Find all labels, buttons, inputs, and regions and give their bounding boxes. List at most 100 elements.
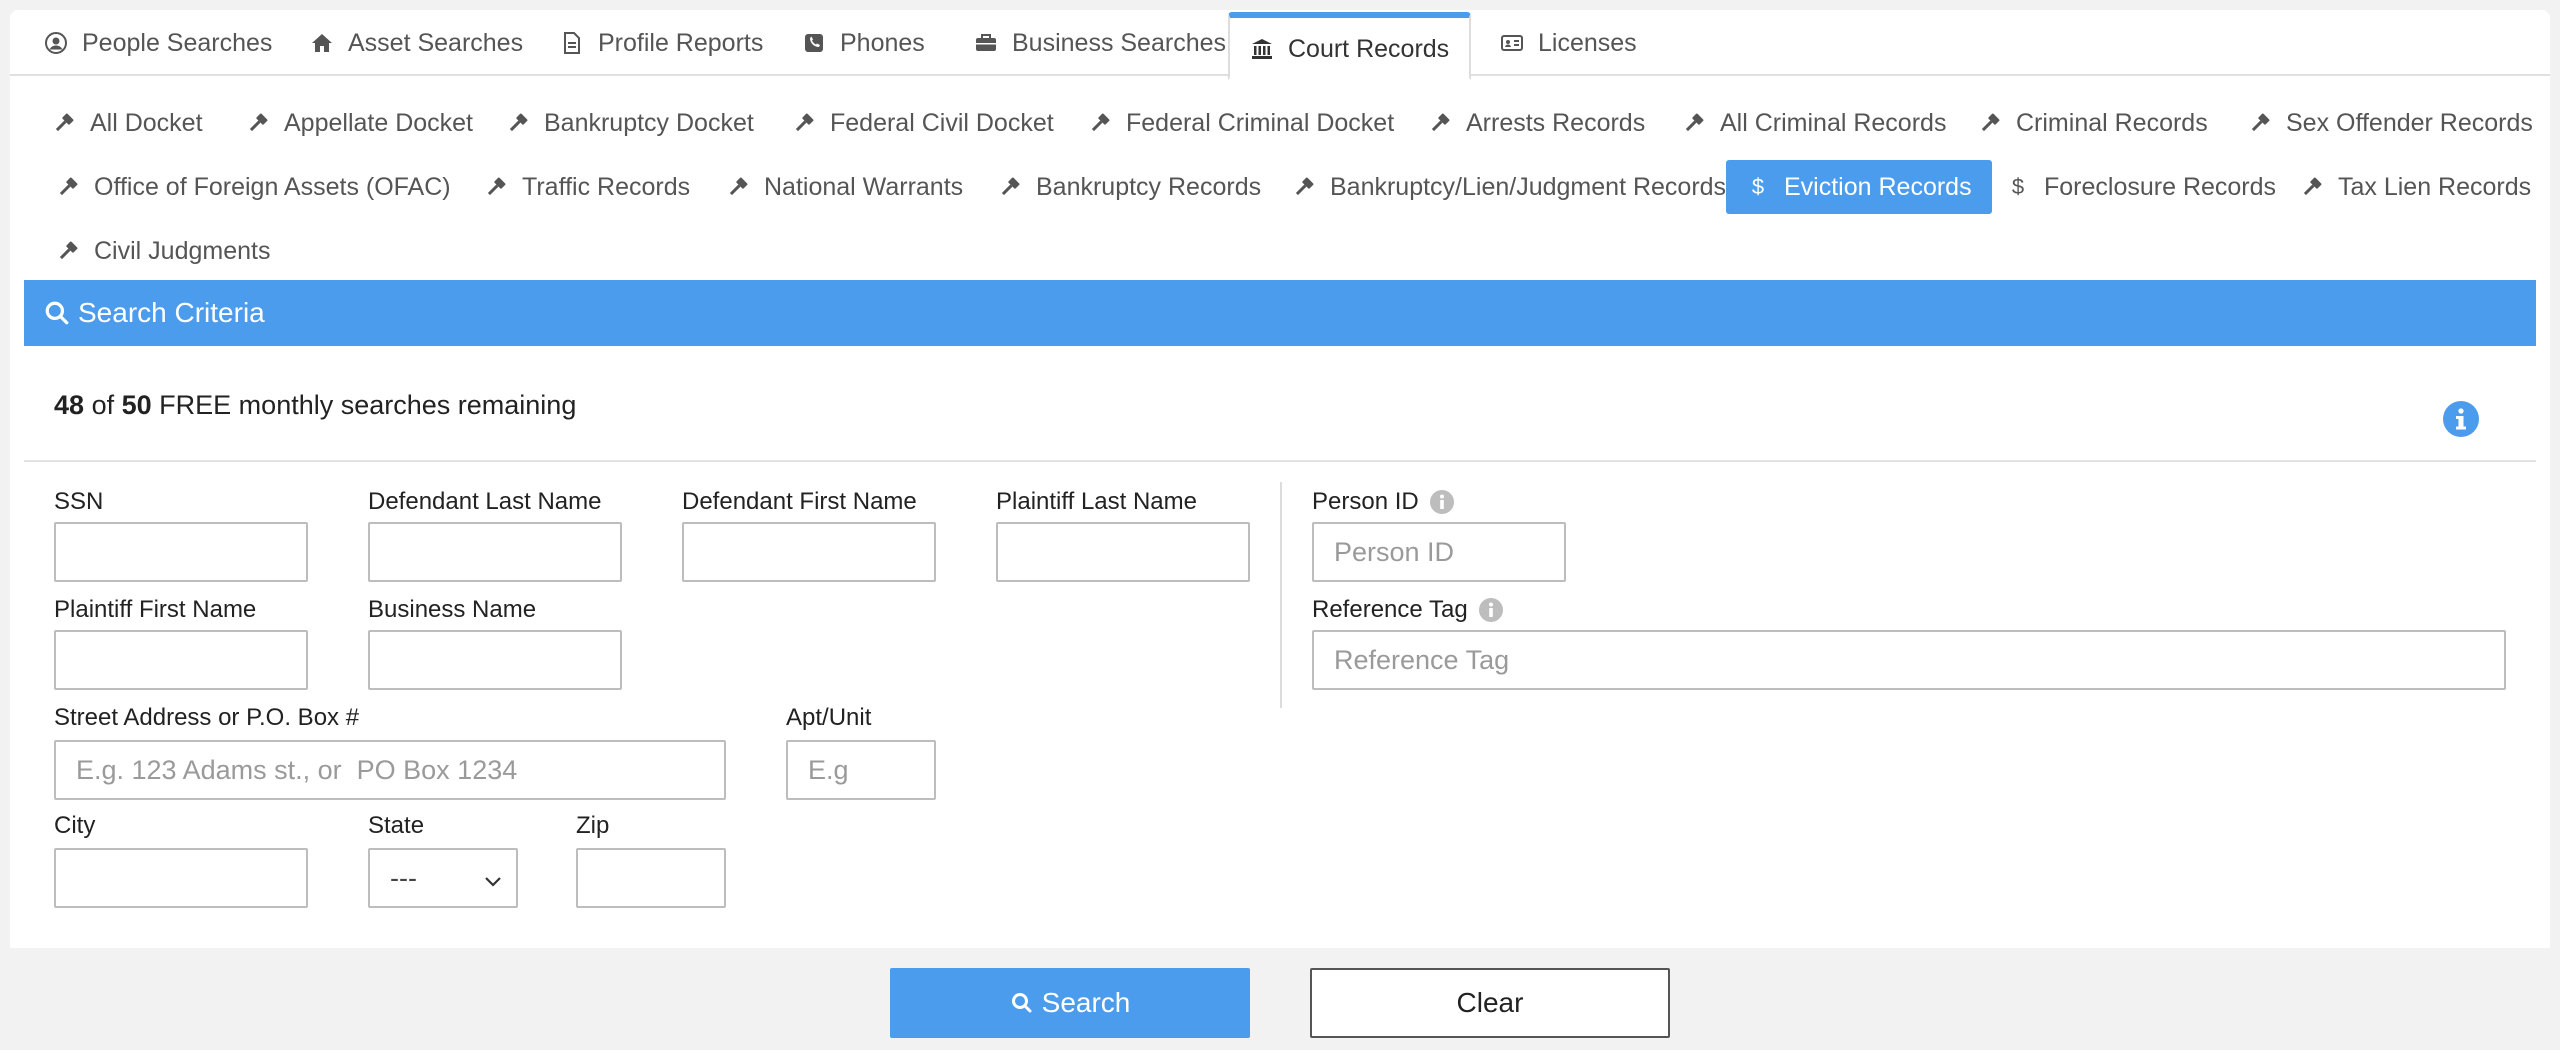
ssn-label: SSN bbox=[54, 488, 104, 515]
gavel-icon bbox=[2248, 111, 2272, 135]
apt-unit-field[interactable] bbox=[786, 740, 936, 800]
info-circle-icon[interactable] bbox=[1478, 597, 1504, 623]
subtab-sex-offender-records[interactable]: Sex Offender Records bbox=[2228, 96, 2550, 150]
subtab-federal-civil-docket[interactable]: Federal Civil Docket bbox=[772, 96, 1074, 150]
subtab-tax-lien-records[interactable]: Tax Lien Records bbox=[2280, 160, 2550, 214]
document-icon bbox=[560, 31, 584, 55]
subtab-traffic-records[interactable]: Traffic Records bbox=[464, 160, 710, 214]
city-label: City bbox=[54, 812, 96, 839]
search-icon bbox=[1010, 991, 1034, 1015]
subtab-label: Federal Criminal Docket bbox=[1126, 108, 1395, 137]
subtab-label: Federal Civil Docket bbox=[830, 108, 1054, 137]
user-circle-icon bbox=[44, 31, 68, 55]
street-address-field[interactable] bbox=[54, 740, 726, 800]
gavel-icon bbox=[998, 175, 1022, 199]
defendant-last-name-field[interactable] bbox=[368, 522, 622, 582]
dollar-icon: $ bbox=[1746, 175, 1770, 199]
apt-unit-label: Apt/Unit bbox=[786, 704, 872, 731]
searches-total-count: 50 bbox=[121, 390, 152, 420]
defendant-first-name-label: Defendant First Name bbox=[682, 488, 917, 515]
state-select[interactable]: --- bbox=[368, 848, 518, 908]
subtab-foreclosure-records[interactable]: $ Foreclosure Records bbox=[1986, 160, 2296, 214]
subtab-all-criminal-records[interactable]: All Criminal Records bbox=[1662, 96, 1966, 150]
tab-business-searches[interactable]: Business Searches bbox=[954, 10, 1246, 76]
subtab-label: Traffic Records bbox=[522, 172, 691, 201]
tab-licenses[interactable]: Licenses bbox=[1480, 10, 1657, 76]
gavel-icon bbox=[56, 239, 80, 263]
subtab-ofac[interactable]: Office of Foreign Assets (OFAC) bbox=[36, 160, 471, 214]
clear-button[interactable]: Clear bbox=[1310, 968, 1670, 1038]
tab-asset-searches[interactable]: Asset Searches bbox=[290, 10, 543, 76]
subtab-eviction-records[interactable]: $ Eviction Records bbox=[1726, 160, 1992, 214]
reference-tag-field[interactable] bbox=[1312, 630, 2506, 690]
subtab-label: Bankruptcy/Lien/Judgment Records bbox=[1330, 172, 1727, 201]
subtab-bankruptcy-lien-judgment-records[interactable]: Bankruptcy/Lien/Judgment Records bbox=[1272, 160, 1746, 214]
tab-profile-reports[interactable]: Profile Reports bbox=[540, 10, 783, 76]
tab-people-searches[interactable]: People Searches bbox=[24, 10, 292, 76]
info-circle-icon[interactable] bbox=[1429, 489, 1455, 515]
subtab-label: Criminal Records bbox=[2016, 108, 2208, 137]
search-button[interactable]: Search bbox=[890, 968, 1250, 1038]
plaintiff-first-name-field[interactable] bbox=[54, 630, 308, 690]
tab-label: People Searches bbox=[82, 28, 273, 57]
search-criteria-title: Search Criteria bbox=[78, 297, 265, 328]
court-records-window: People Searches Asset Searches Profile R… bbox=[10, 10, 2550, 1050]
business-name-field[interactable] bbox=[368, 630, 622, 690]
subtab-label: Foreclosure Records bbox=[2044, 172, 2277, 201]
street-address-label: Street Address or P.O. Box # bbox=[54, 704, 360, 731]
defendant-first-name-field[interactable] bbox=[682, 522, 936, 582]
subtab-bankruptcy-records[interactable]: Bankruptcy Records bbox=[978, 160, 1281, 214]
gavel-icon bbox=[52, 111, 76, 135]
state-label: State bbox=[368, 812, 425, 839]
gavel-icon bbox=[506, 111, 530, 135]
gavel-icon bbox=[726, 175, 750, 199]
plaintiff-last-name-label: Plaintiff Last Name bbox=[996, 488, 1197, 515]
home-icon bbox=[310, 31, 334, 55]
subtab-label: Arrests Records bbox=[1466, 108, 1646, 137]
subtab-arrests-records[interactable]: Arrests Records bbox=[1408, 96, 1665, 150]
subtab-label: Tax Lien Records bbox=[2338, 172, 2532, 201]
search-criteria-header: Search Criteria bbox=[24, 280, 2536, 346]
subtab-label: Office of Foreign Assets (OFAC) bbox=[94, 172, 451, 201]
ssn-field[interactable] bbox=[54, 522, 308, 582]
city-field[interactable] bbox=[54, 848, 308, 908]
defendant-last-name-label: Defendant Last Name bbox=[368, 488, 602, 515]
info-icon[interactable] bbox=[2442, 400, 2480, 438]
subtab-label: Bankruptcy Docket bbox=[544, 108, 754, 137]
subtab-appellate-docket[interactable]: Appellate Docket bbox=[226, 96, 493, 150]
tab-label: Court Records bbox=[1288, 34, 1450, 63]
tab-court-records[interactable]: Court Records bbox=[1228, 12, 1472, 80]
subtab-label: Appellate Docket bbox=[284, 108, 474, 137]
gavel-icon bbox=[246, 111, 270, 135]
subtab-criminal-records[interactable]: Criminal Records bbox=[1958, 96, 2228, 150]
subtab-national-warrants[interactable]: National Warrants bbox=[706, 160, 983, 214]
gavel-icon bbox=[1682, 111, 1706, 135]
searches-remaining: 48 of 50 FREE monthly searches remaining bbox=[54, 390, 576, 421]
top-tab-bar: People Searches Asset Searches Profile R… bbox=[10, 10, 2550, 80]
gavel-icon bbox=[1428, 111, 1452, 135]
subtab-label: Bankruptcy Records bbox=[1036, 172, 1262, 201]
zip-field[interactable] bbox=[576, 848, 726, 908]
tab-phones[interactable]: Phones bbox=[782, 10, 945, 76]
subtab-federal-criminal-docket[interactable]: Federal Criminal Docket bbox=[1068, 96, 1414, 150]
zip-label: Zip bbox=[576, 812, 610, 839]
subtab-civil-judgments[interactable]: Civil Judgments bbox=[36, 224, 290, 278]
subtab-all-docket[interactable]: All Docket bbox=[32, 96, 223, 150]
searches-used-count: 48 bbox=[54, 390, 85, 420]
briefcase-icon bbox=[974, 31, 998, 55]
gavel-icon bbox=[792, 111, 816, 135]
gavel-icon bbox=[1978, 111, 2002, 135]
phone-icon bbox=[802, 31, 826, 55]
remaining-text: FREE monthly searches remaining bbox=[159, 390, 577, 420]
svg-text:$: $ bbox=[2012, 175, 2024, 199]
subtab-bankruptcy-docket[interactable]: Bankruptcy Docket bbox=[486, 96, 774, 150]
tab-label: Phones bbox=[840, 28, 925, 57]
person-id-label: Person ID bbox=[1312, 488, 1455, 516]
form-footer bbox=[10, 948, 2550, 1050]
plaintiff-last-name-field[interactable] bbox=[996, 522, 1250, 582]
search-icon bbox=[44, 300, 70, 326]
gavel-icon bbox=[1088, 111, 1112, 135]
gavel-icon bbox=[484, 175, 508, 199]
tab-label: Business Searches bbox=[1012, 28, 1227, 57]
person-id-field[interactable] bbox=[1312, 522, 1566, 582]
